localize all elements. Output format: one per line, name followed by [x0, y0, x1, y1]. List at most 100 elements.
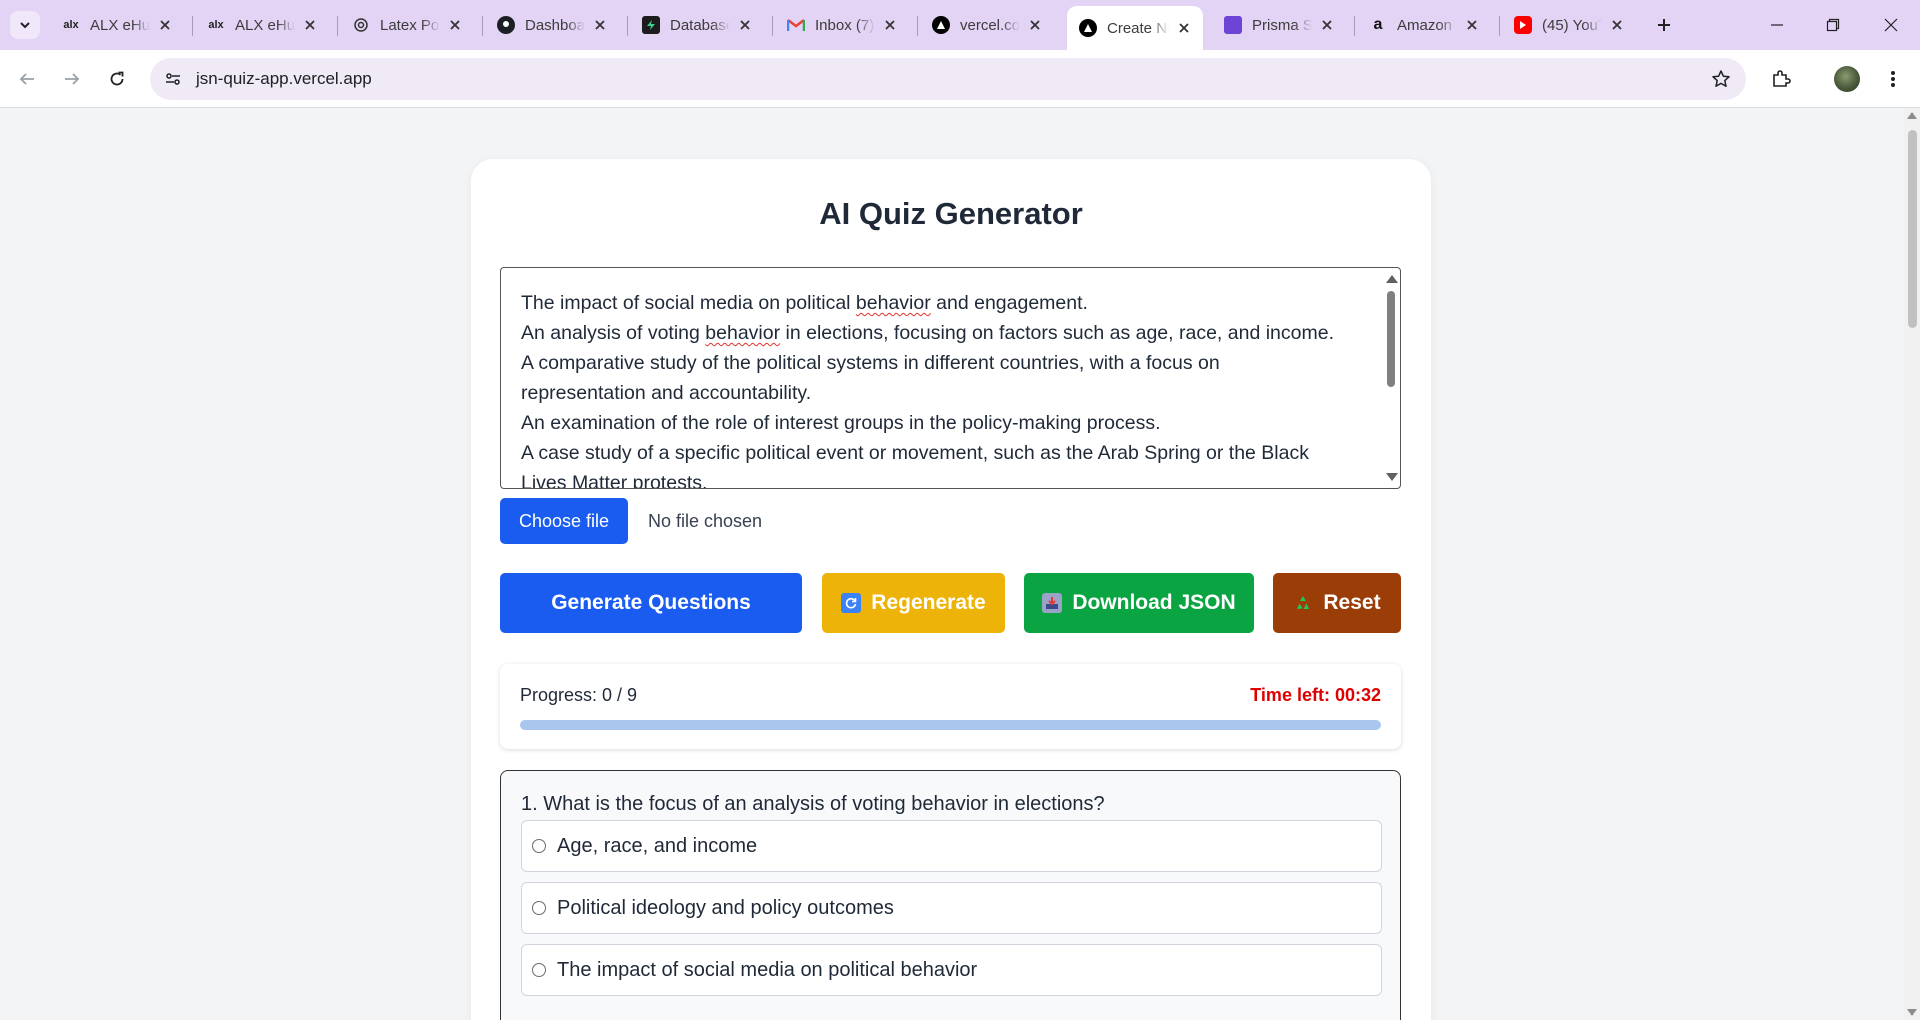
- tab-gmail[interactable]: Inbox (7): [775, 8, 909, 42]
- radio-button[interactable]: [532, 901, 546, 915]
- url-text[interactable]: jsn-quiz-app.vercel.app: [196, 69, 372, 89]
- gmail-icon: [787, 16, 805, 34]
- forward-button[interactable]: [55, 62, 89, 96]
- tab-database[interactable]: Database: [630, 8, 764, 42]
- alx-icon: alx: [63, 19, 79, 31]
- minimize-button[interactable]: [1754, 8, 1800, 42]
- tab-search-button[interactable]: [10, 11, 40, 39]
- tab-strip: alx ALX eHub alx ALX eHub Latex Polisher…: [0, 0, 1920, 50]
- download-label: Download JSON: [1072, 591, 1236, 614]
- tab-latex-polisher[interactable]: Latex Polisher: [340, 8, 474, 42]
- progress-label: Progress: 0 / 9: [520, 685, 638, 705]
- tab-separator: [917, 16, 918, 36]
- tab-separator: [482, 16, 483, 36]
- openai-icon: [352, 16, 370, 34]
- tab-amazon[interactable]: a Amazon: [1357, 8, 1491, 42]
- close-icon[interactable]: [1463, 16, 1481, 34]
- address-bar[interactable]: jsn-quiz-app.vercel.app: [150, 58, 1746, 100]
- close-icon[interactable]: [156, 16, 174, 34]
- page-viewport: AI Quiz Generator The impact of social m…: [0, 108, 1904, 1020]
- topics-textarea[interactable]: The impact of social media on political …: [500, 267, 1401, 489]
- new-tab-button[interactable]: [1649, 11, 1679, 39]
- reset-button[interactable]: Reset: [1273, 573, 1401, 633]
- close-icon[interactable]: [881, 16, 899, 34]
- forward-arrow-icon: [65, 73, 80, 85]
- extensions-button[interactable]: [1764, 62, 1798, 96]
- radio-button[interactable]: [532, 963, 546, 977]
- site-info-icon[interactable]: [158, 64, 188, 94]
- textarea-scrollbar[interactable]: [1383, 269, 1399, 487]
- regenerate-label: Regenerate: [871, 591, 986, 614]
- amazon-icon: a: [1373, 16, 1383, 33]
- close-window-button[interactable]: [1868, 8, 1914, 42]
- page-scrollbar-thumb[interactable]: [1908, 130, 1917, 328]
- answer-option-label: Political ideology and policy outcomes: [557, 896, 894, 919]
- reload-button[interactable]: [100, 62, 134, 96]
- question-text: 1. What is the focus of an analysis of v…: [521, 793, 1105, 815]
- youtube-icon: [1514, 16, 1532, 34]
- answer-option-label: The impact of social media on political …: [557, 958, 978, 981]
- back-button[interactable]: [10, 62, 44, 96]
- restore-button[interactable]: [1810, 8, 1856, 42]
- tab-separator: [1354, 16, 1355, 36]
- close-icon: [1884, 18, 1898, 32]
- browser-menu-button[interactable]: [1876, 62, 1910, 96]
- chevron-down-icon: [20, 22, 30, 29]
- vercel-icon: [1079, 19, 1097, 37]
- answer-option[interactable]: Political ideology and policy outcomes: [521, 882, 1382, 934]
- profile-avatar[interactable]: [1834, 66, 1860, 92]
- close-icon[interactable]: [446, 16, 464, 34]
- close-icon[interactable]: [1026, 16, 1044, 34]
- tab-youtube[interactable]: (45) YouTube: [1502, 8, 1636, 42]
- vercel-icon: [932, 16, 950, 34]
- tab-alx-1[interactable]: alx ALX eHub: [50, 8, 184, 42]
- puzzle-icon: [1773, 70, 1791, 87]
- recycle-icon: [1293, 593, 1313, 613]
- more-vertical-icon: [1891, 71, 1895, 87]
- scroll-up-arrow-icon[interactable]: [1386, 275, 1398, 283]
- scroll-down-arrow-icon[interactable]: [1907, 1009, 1917, 1016]
- tab-vercel[interactable]: vercel.com: [920, 8, 1054, 42]
- back-arrow-icon: [19, 73, 34, 85]
- close-icon[interactable]: [591, 16, 609, 34]
- refresh-icon: [841, 593, 862, 613]
- tab-prisma-studio[interactable]: Prisma Studio: [1212, 8, 1346, 42]
- progress-bar: [520, 720, 1381, 730]
- file-status: No file chosen: [648, 510, 763, 531]
- choose-file-button[interactable]: Choose file: [500, 498, 628, 544]
- tab-dashboard[interactable]: Dashboard: [485, 8, 619, 42]
- scroll-down-arrow-icon[interactable]: [1386, 473, 1398, 481]
- answer-option[interactable]: Age, race, and income: [521, 820, 1382, 872]
- regenerate-button[interactable]: Regenerate: [822, 573, 1005, 633]
- topics-text: The impact of social media on political …: [521, 292, 1334, 489]
- time-left: Time left: 00:32: [1250, 685, 1381, 705]
- reload-icon: [110, 71, 124, 86]
- answer-option-label: Age, race, and income: [557, 834, 758, 857]
- radio-button[interactable]: [532, 839, 546, 853]
- generate-questions-button[interactable]: Generate Questions: [500, 573, 802, 633]
- page-scrollbar[interactable]: [1904, 108, 1920, 1020]
- minimize-icon: [1771, 24, 1783, 26]
- plus-icon: [1658, 19, 1670, 31]
- scroll-up-arrow-icon[interactable]: [1907, 112, 1917, 119]
- page-title: AI Quiz Generator: [819, 196, 1083, 231]
- close-icon[interactable]: [301, 16, 319, 34]
- alx-icon: alx: [208, 19, 224, 31]
- close-icon[interactable]: [1608, 16, 1626, 34]
- quiz-card: AI Quiz Generator The impact of social m…: [471, 159, 1431, 1020]
- download-icon: [1042, 593, 1063, 613]
- scrollbar-thumb[interactable]: [1387, 291, 1395, 387]
- github-icon: [497, 16, 515, 34]
- tab-alx-2[interactable]: alx ALX eHub: [195, 8, 329, 42]
- bookmark-star-icon[interactable]: [1710, 68, 1732, 90]
- generate-label: Generate Questions: [551, 591, 751, 614]
- close-icon[interactable]: [1175, 19, 1193, 37]
- answer-option[interactable]: The impact of social media on political …: [521, 944, 1382, 996]
- download-json-button[interactable]: Download JSON: [1024, 573, 1254, 633]
- tab-create-next-app[interactable]: Create Next App: [1067, 6, 1203, 50]
- tab-separator: [1499, 16, 1500, 36]
- tab-separator: [192, 16, 193, 36]
- restore-icon: [1826, 18, 1840, 32]
- close-icon[interactable]: [736, 16, 754, 34]
- close-icon[interactable]: [1318, 16, 1336, 34]
